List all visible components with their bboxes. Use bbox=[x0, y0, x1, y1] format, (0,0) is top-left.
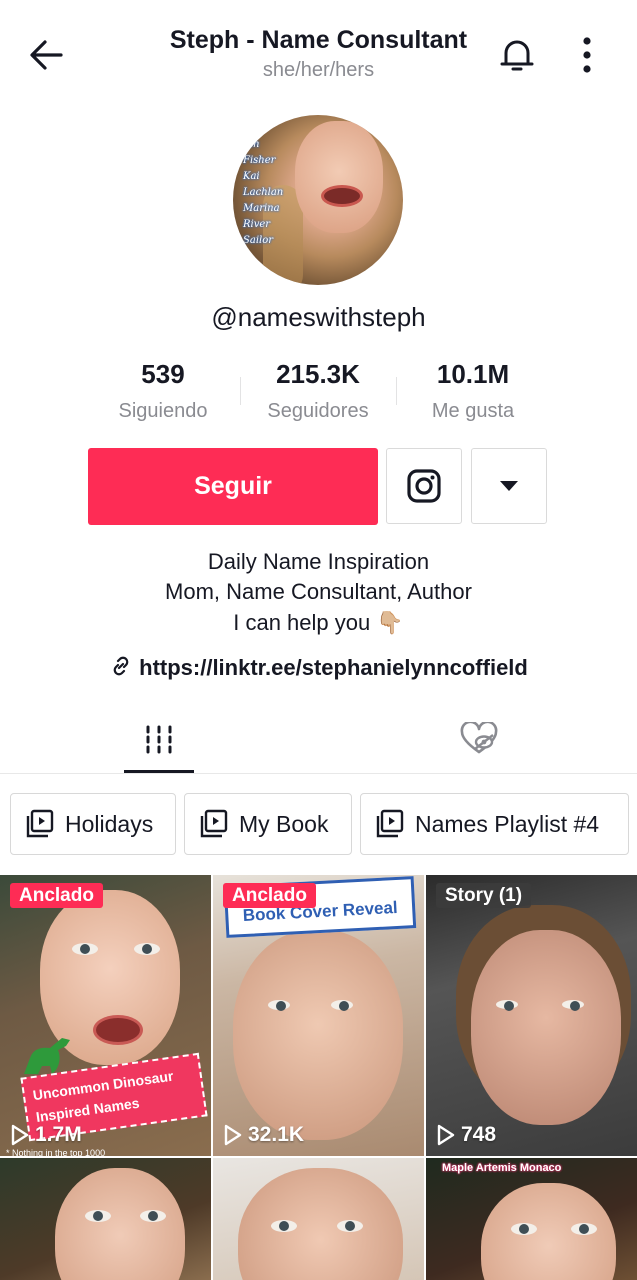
play-icon bbox=[11, 1124, 29, 1146]
pinned-badge: Anclado bbox=[10, 883, 103, 908]
bio-line: Daily Name Inspiration bbox=[207, 549, 430, 574]
view-count: 748 bbox=[436, 1123, 496, 1147]
view-count: 32.1K bbox=[223, 1123, 304, 1147]
following-label: Siguiendo bbox=[118, 400, 208, 422]
followers-label: Seguidores bbox=[267, 400, 369, 422]
playlist-icon bbox=[26, 809, 54, 838]
tabs-divider bbox=[0, 773, 637, 774]
pinned-badge: Anclado bbox=[223, 883, 316, 908]
username-handle: @nameswithsteph bbox=[211, 302, 426, 332]
playlist-icon bbox=[200, 809, 228, 838]
playlist-label: Names Playlist #4 bbox=[415, 810, 600, 837]
video-thumbnail[interactable]: Uncommon Dinosaur Inspired Names Anclado… bbox=[0, 875, 211, 1156]
video-thumbnail[interactable]: Maple Artemis Monaco bbox=[426, 1158, 637, 1280]
avatar[interactable]: Jan Fisher Kai Lachlan Marina River Sail… bbox=[233, 115, 403, 285]
playlist-my-book[interactable]: My Book bbox=[184, 793, 352, 855]
follow-button[interactable]: Seguir bbox=[88, 448, 378, 525]
video-overlay-text: Maple Artemis Monaco bbox=[442, 1162, 562, 1174]
bell-icon bbox=[500, 40, 534, 71]
bio-link[interactable]: https://linktr.ee/stephanielynncoffield bbox=[0, 654, 637, 681]
tab-videos[interactable] bbox=[143, 724, 175, 754]
video-thumbnail[interactable]: Book Cover Reveal Anclado 32.1K bbox=[213, 875, 424, 1156]
suggested-accounts-button[interactable] bbox=[471, 448, 547, 524]
tab-liked[interactable] bbox=[460, 722, 498, 756]
likes-label: Me gusta bbox=[431, 400, 515, 422]
caret-down-icon bbox=[500, 481, 518, 491]
video-thumbnail[interactable]: Story (1) 748 bbox=[426, 875, 637, 1156]
playlist-label: My Book bbox=[239, 810, 329, 837]
pinned-label: Anclado bbox=[223, 883, 316, 908]
video-thumbnail[interactable] bbox=[213, 1158, 424, 1280]
profile-display-name: Steph - Name Consultant bbox=[169, 26, 468, 54]
playlist-holidays[interactable]: Holidays bbox=[10, 793, 176, 855]
instagram-icon bbox=[407, 469, 441, 503]
likes-count: 10.1M bbox=[436, 359, 510, 389]
link-icon bbox=[113, 656, 129, 676]
story-badge: Story (1) bbox=[436, 883, 532, 908]
play-icon bbox=[437, 1124, 455, 1146]
playlist-label: Holidays bbox=[65, 810, 154, 837]
bio-line: Mom, Name Consultant, Author bbox=[165, 579, 472, 604]
view-count: 1.7M bbox=[10, 1123, 82, 1147]
instagram-button[interactable] bbox=[386, 448, 462, 524]
bio-line: I can help you 👇🏼 bbox=[233, 610, 404, 635]
heart-hidden-icon bbox=[460, 722, 498, 754]
playlist-icon bbox=[376, 809, 404, 838]
pronouns: she/her/hers bbox=[262, 59, 375, 81]
pinned-label: Anclado bbox=[10, 883, 103, 908]
play-icon bbox=[224, 1124, 242, 1146]
playlist-names-4[interactable]: Names Playlist #4 bbox=[360, 793, 629, 855]
bio-link-text: https://linktr.ee/stephanielynncoffield bbox=[139, 655, 528, 680]
more-vertical-icon bbox=[583, 37, 591, 73]
followers-count: 215.3K bbox=[276, 359, 360, 389]
avatar-overlay-text: Jan Fisher Kai Lachlan Marina River Sail… bbox=[243, 139, 284, 246]
grid-icon bbox=[146, 725, 172, 754]
notification-button[interactable] bbox=[498, 36, 536, 74]
more-options-button[interactable] bbox=[578, 36, 596, 74]
video-thumbnail[interactable] bbox=[0, 1158, 211, 1280]
following-count: 539 bbox=[141, 359, 185, 389]
story-label: Story (1) bbox=[436, 883, 532, 908]
video-caption: * Nothing in the top 1000 bbox=[6, 1148, 106, 1156]
